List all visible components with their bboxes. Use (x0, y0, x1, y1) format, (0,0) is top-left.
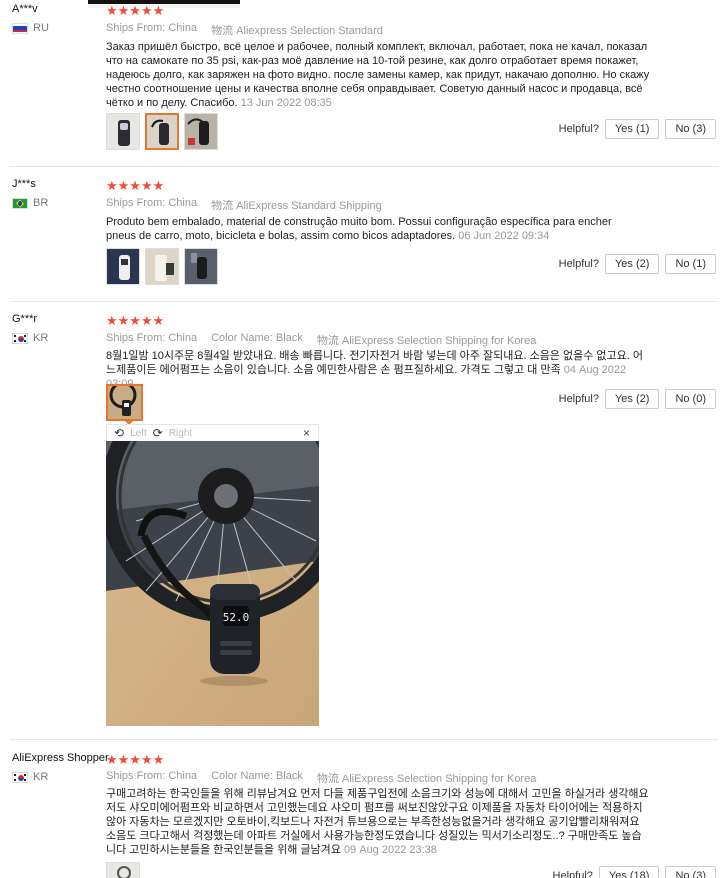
russia-flag-icon (12, 22, 28, 34)
country-code: KR (33, 771, 49, 783)
star-rating-stars: ★★★★★ (106, 3, 165, 18)
review-photo-thumb[interactable] (106, 113, 140, 150)
pump-display-readout: 52.0 (223, 611, 250, 624)
rotate-right-icon[interactable]: ⟳ (153, 426, 163, 440)
reviewer-country: KR (12, 771, 48, 783)
photo-viewer: ⟲ Left ⟳ Right × 52.0 (100, 370, 352, 726)
review-photo-thumb[interactable] (184, 113, 218, 150)
shipping-value: AliExpress Selection Shipping for Korea (341, 773, 537, 785)
helpful-controls: Helpful? Yes (1) No (3) (559, 119, 716, 139)
country-code: BR (33, 197, 49, 209)
review-photo-thumb[interactable] (145, 248, 179, 285)
color-value: Black (275, 332, 303, 344)
helpful-no-button[interactable]: No (1) (665, 254, 716, 274)
review-photos (106, 862, 140, 878)
helpful-yes-button[interactable]: Yes (2) (604, 389, 660, 409)
rotate-left-label[interactable]: Left (130, 428, 147, 439)
shipping-label: 物流 (211, 25, 234, 37)
review-photos (106, 113, 218, 150)
review-text: Produto bem embalado, material de constr… (106, 215, 626, 243)
helpful-yes-button[interactable]: Yes (1) (604, 119, 660, 139)
reviewer-country: KR (12, 332, 48, 344)
color-value: Black (275, 770, 303, 782)
reviewer-name: G***r (12, 313, 38, 325)
review-photos (106, 384, 143, 421)
helpful-label: Helpful? (552, 870, 593, 878)
rotate-right-label[interactable]: Right (169, 428, 192, 439)
close-icon[interactable]: × (303, 426, 310, 440)
helpful-yes-button[interactable]: Yes (18) (598, 866, 660, 878)
helpful-yes-button[interactable]: Yes (2) (604, 254, 660, 274)
color-label: Color Name: (211, 332, 273, 344)
reviewer-country: RU (12, 22, 49, 34)
order-info: Ships From: China 物流 Aliexpress Selectio… (106, 22, 383, 38)
helpful-no-button[interactable]: No (0) (665, 389, 716, 409)
order-info: Ships From: China Color Name: Black 物流 A… (106, 332, 536, 348)
review-date: 06 Jun 2022 09:34 (458, 230, 550, 242)
review-text-content: Заказ пришёл быстро, всё целое и рабочее… (106, 41, 650, 109)
ships-from-value: China (168, 332, 198, 344)
shipping-label: 物流 (211, 200, 234, 212)
review-photo-thumb[interactable] (106, 862, 140, 878)
star-rating: ★★★★★ (106, 753, 164, 766)
shipping-value: Aliexpress Selection Standard (236, 25, 383, 37)
shipping-label: 物流 (316, 335, 339, 347)
review-photos (106, 248, 218, 285)
helpful-no-button[interactable]: No (3) (665, 866, 716, 878)
review-photo-thumb[interactable] (106, 248, 140, 285)
helpful-controls: Helpful? Yes (18) No (3) (553, 866, 716, 878)
review-text: 8월1일밤 10시주문 8월4일 받았내요. 배송 빠릅니다. 전기자전거 바람… (106, 349, 646, 391)
rotate-left-icon[interactable]: ⟲ (114, 426, 124, 440)
ships-from-value: China (168, 197, 198, 209)
review-text: Заказ пришёл быстро, всё целое и рабочее… (106, 40, 651, 110)
korea-flag-icon (12, 771, 28, 783)
star-rating-stars: ★★★★★ (106, 178, 165, 193)
helpful-label: Helpful? (558, 393, 599, 405)
star-rating-stars: ★★★★★ (106, 752, 165, 767)
review-divider (10, 166, 718, 167)
review-date: 09 Aug 2022 23:38 (343, 844, 437, 856)
reviewer-name: AliExpress Shopper (12, 752, 109, 764)
shipping-value: AliExpress Standard Shipping (236, 200, 382, 212)
ships-from-label: Ships From: (106, 22, 166, 34)
reviewer-name: A***v (12, 3, 38, 15)
review-photo-thumb[interactable] (145, 113, 179, 150)
country-code: KR (33, 332, 49, 344)
star-rating: ★★★★★ (106, 314, 164, 327)
helpful-controls: Helpful? Yes (2) No (0) (559, 389, 716, 409)
review-text-content: 8월1일밤 10시주문 8월4일 받았내요. 배송 빠릅니다. 전기자전거 바람… (106, 350, 643, 376)
reviewer-name: J***s (12, 178, 36, 190)
country-code: RU (33, 22, 49, 34)
ships-from-label: Ships From: (106, 770, 166, 782)
ships-from-value: China (168, 22, 198, 34)
helpful-controls: Helpful? Yes (2) No (1) (559, 254, 716, 274)
brazil-flag-icon (12, 197, 28, 209)
star-rating: ★★★★★ (106, 4, 164, 17)
color-label: Color Name: (211, 770, 273, 782)
helpful-label: Helpful? (558, 258, 599, 270)
star-rating-stars: ★★★★★ (106, 313, 165, 328)
review-divider (10, 739, 718, 740)
order-info: Ships From: China Color Name: Black 物流 A… (106, 770, 536, 786)
review-photo-large: 52.0 (100, 370, 352, 726)
reviewer-country: BR (12, 197, 48, 209)
shipping-label: 物流 (316, 773, 339, 785)
review-text: 구매고려하는 한국인들을 위해 리뷰남겨요 먼저 다들 제품구입전에 소음크기와… (106, 787, 651, 857)
review-photo-thumb[interactable] (184, 248, 218, 285)
ships-from-label: Ships From: (106, 332, 166, 344)
ships-from-value: China (168, 770, 198, 782)
helpful-label: Helpful? (558, 123, 599, 135)
review-divider (10, 301, 718, 302)
photo-viewer-toolbar: ⟲ Left ⟳ Right × (106, 424, 319, 441)
review-photo-thumb[interactable] (106, 384, 143, 421)
review-date: 13 Jun 2022 08:35 (240, 97, 332, 109)
star-rating: ★★★★★ (106, 179, 164, 192)
helpful-no-button[interactable]: No (3) (665, 119, 716, 139)
korea-flag-icon (12, 332, 28, 344)
ships-from-label: Ships From: (106, 197, 166, 209)
order-info: Ships From: China 物流 AliExpress Standard… (106, 197, 382, 213)
shipping-value: AliExpress Selection Shipping for Korea (341, 335, 537, 347)
